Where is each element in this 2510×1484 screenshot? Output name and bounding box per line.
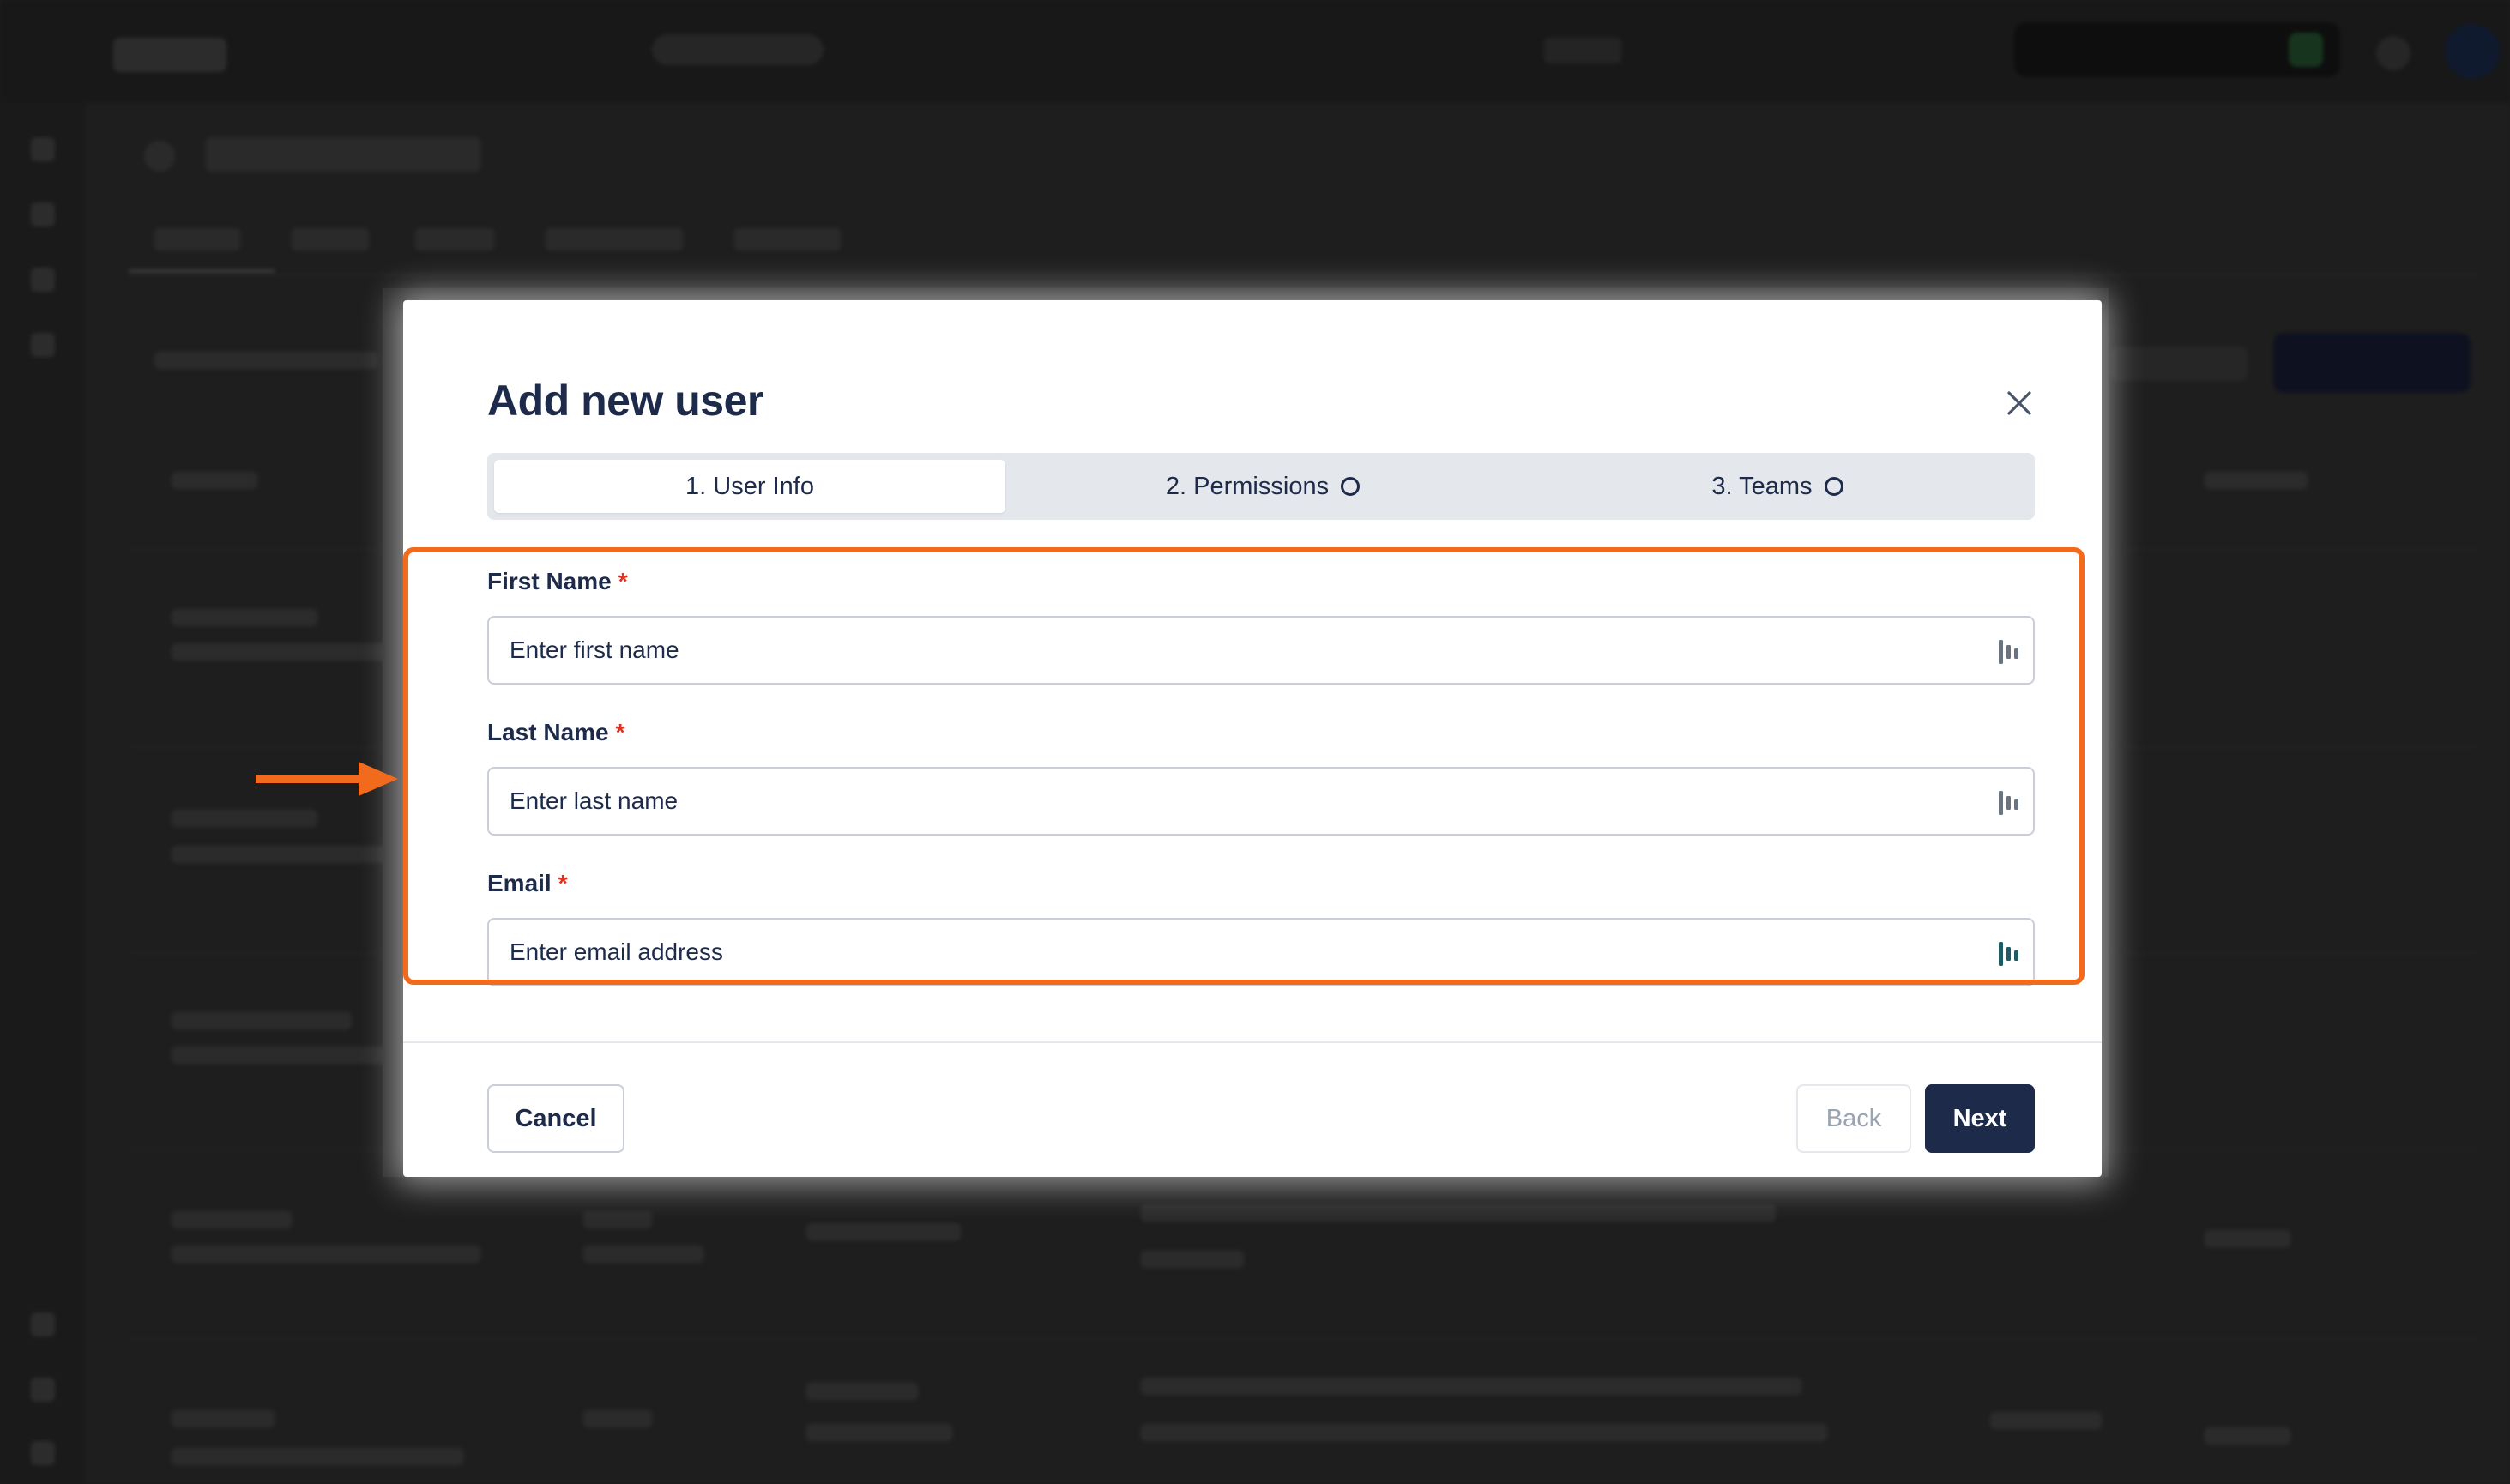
- background-sidebar-icon: [31, 137, 55, 161]
- step-incomplete-icon: [1341, 477, 1361, 496]
- footer-divider: [403, 1041, 2102, 1043]
- required-marker: *: [615, 719, 625, 745]
- step-user-info[interactable]: 1. User Info: [494, 460, 1005, 513]
- background-cell: [583, 1246, 703, 1263]
- background-sidebar-icon: [31, 1312, 55, 1336]
- password-manager-icon[interactable]: [1997, 789, 2021, 817]
- next-button[interactable]: Next: [1925, 1084, 2035, 1153]
- step-label: 1. User Info: [685, 472, 814, 500]
- password-manager-icon[interactable]: [1997, 940, 2021, 968]
- background-cell: [806, 1424, 952, 1441]
- background-filter: [2110, 347, 2248, 381]
- background-cell: [1990, 1412, 2102, 1429]
- step-label: 2. Permissions: [1165, 472, 1330, 500]
- required-marker: *: [558, 870, 568, 896]
- required-marker: *: [618, 568, 628, 594]
- last-name-label: Last Name *: [487, 719, 625, 746]
- arrow-right-icon: [256, 762, 398, 796]
- background-cell: [172, 810, 317, 827]
- first-name-field: [487, 616, 2035, 685]
- last-name-input[interactable]: [489, 769, 2033, 834]
- cancel-button[interactable]: Cancel: [487, 1084, 624, 1153]
- first-name-label-text: First Name: [487, 568, 612, 594]
- step-permissions[interactable]: 2. Permissions: [1005, 460, 1520, 513]
- background-sidebar-icon: [31, 202, 55, 226]
- background-column-header: [172, 472, 257, 489]
- email-label: Email *: [487, 870, 568, 897]
- background-table-row: [129, 1338, 2479, 1339]
- last-name-field: [487, 767, 2035, 836]
- background-cell: [172, 1246, 480, 1263]
- background-tab: [734, 228, 841, 250]
- step-incomplete-icon: [1824, 477, 1843, 496]
- step-teams[interactable]: 3. Teams: [1520, 460, 2035, 513]
- background-cell: [172, 643, 395, 661]
- background-cell: [2205, 1230, 2290, 1247]
- background-cell: [172, 1211, 292, 1228]
- background-cell: [172, 1410, 275, 1427]
- background-tab: [292, 228, 369, 250]
- background-cell: [806, 1383, 918, 1400]
- first-name-input[interactable]: [489, 618, 2033, 683]
- step-indicator: 1. User Info 2. Permissions 3. Teams: [487, 453, 2035, 520]
- password-manager-icon[interactable]: [1997, 638, 2021, 666]
- background-sidebar-icon: [31, 268, 55, 292]
- first-name-label: First Name *: [487, 568, 628, 595]
- background-cell: [172, 1448, 463, 1465]
- step-label: 3. Teams: [1711, 472, 1813, 500]
- background-page-title: [206, 137, 480, 172]
- background-sidebar-icon: [31, 1441, 55, 1465]
- background-cell: [172, 609, 317, 626]
- background-cell: [172, 846, 395, 863]
- email-input[interactable]: [489, 920, 2033, 985]
- background-tab: [154, 228, 240, 250]
- background-add-user-button: [2273, 333, 2471, 393]
- background-sidebar-icon: [31, 333, 55, 357]
- background-cell: [583, 1410, 652, 1427]
- background-sidebar-icon: [31, 1378, 55, 1402]
- close-button[interactable]: [1999, 383, 2040, 424]
- screen: Add new user 1. User Info 2. Permissions…: [0, 0, 2510, 1484]
- background-logo: [113, 38, 226, 72]
- background-back-icon: [144, 141, 175, 172]
- modal-title: Add new user: [487, 377, 763, 425]
- background-cell: [1141, 1378, 1801, 1395]
- background-cell: [172, 1012, 352, 1029]
- background-search: [652, 34, 824, 65]
- background-cell: [583, 1211, 652, 1228]
- email-field: [487, 918, 2035, 986]
- background-sidebar: [0, 103, 86, 1484]
- last-name-label-text: Last Name: [487, 719, 609, 745]
- background-topbar-item: [1544, 38, 1621, 63]
- background-cell: [806, 1223, 961, 1240]
- background-avatar: [2445, 24, 2500, 79]
- background-cell: [172, 1047, 403, 1064]
- background-tab: [546, 228, 683, 250]
- email-label-text: Email: [487, 870, 552, 896]
- background-tab-indicator: [129, 269, 275, 273]
- close-icon: [2007, 391, 2031, 415]
- background-divider: [129, 274, 2479, 275]
- background-cell: [1141, 1204, 1776, 1222]
- background-cell: [2205, 1427, 2290, 1445]
- background-column-header: [2205, 472, 2308, 489]
- background-cell: [1141, 1424, 1827, 1441]
- add-user-modal: Add new user 1. User Info 2. Permissions…: [403, 300, 2102, 1177]
- background-cell: [1141, 1251, 1244, 1268]
- background-tab: [415, 228, 494, 250]
- background-search-field: [154, 352, 377, 369]
- background-upgrade-badge: [2289, 33, 2323, 67]
- background-help-icon: [2376, 36, 2410, 70]
- back-button[interactable]: Back: [1796, 1084, 1911, 1153]
